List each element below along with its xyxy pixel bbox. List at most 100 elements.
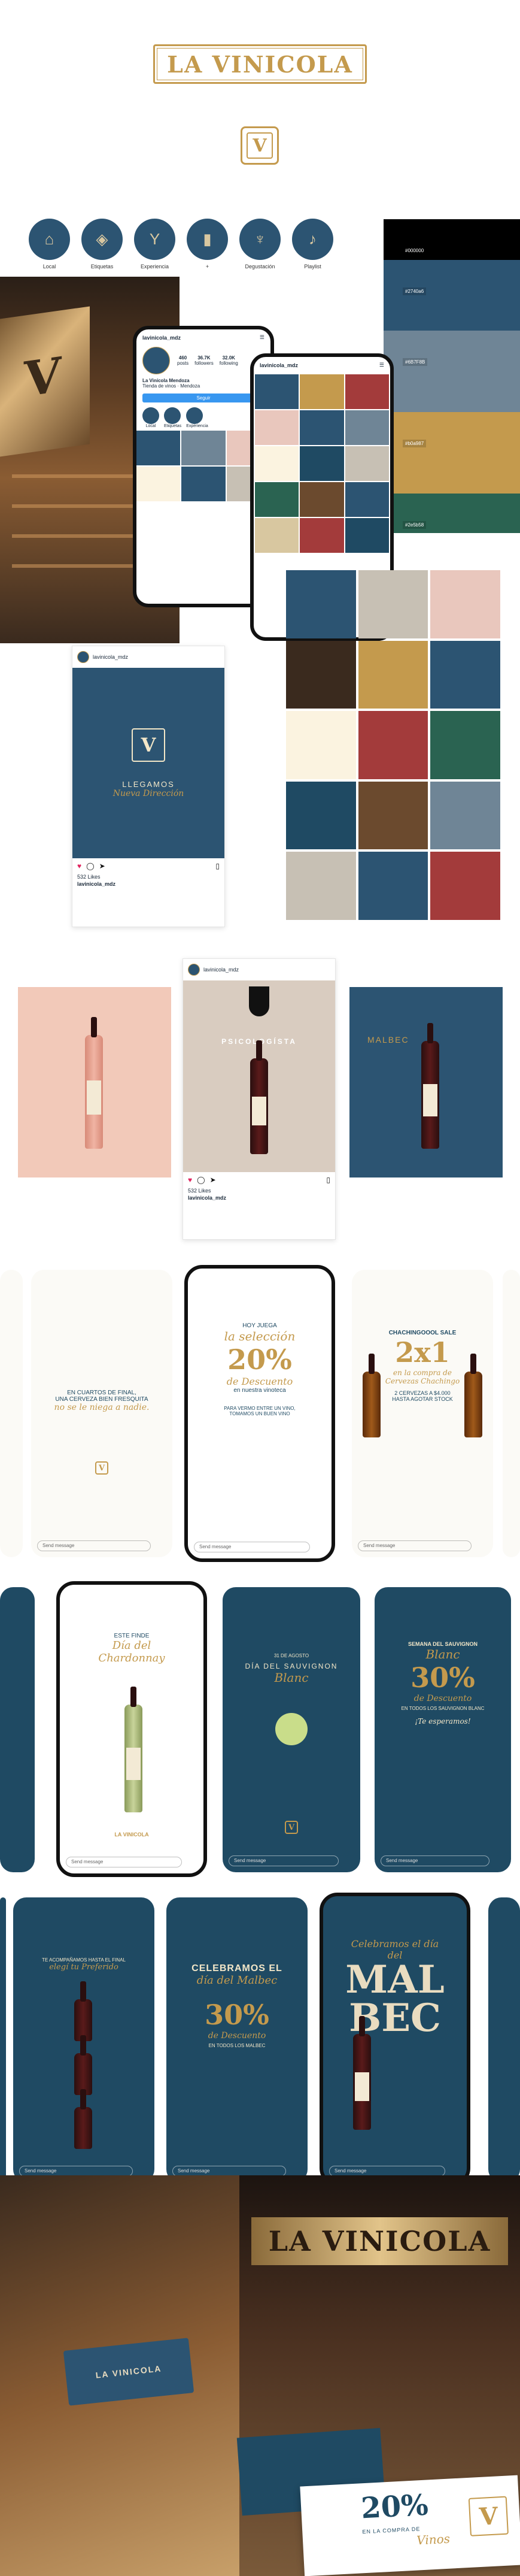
story-percent: 30% — [410, 1661, 475, 1694]
story-big: MAL BEC — [345, 1957, 445, 2041]
send-message-input[interactable]: Send message — [358, 1540, 472, 1551]
coupon-line: EN LA COMPRA DE — [362, 2526, 421, 2535]
story-script: Día del Chardonnay — [98, 1639, 165, 1664]
story-malbec-big[interactable]: Celebramos el día del MAL BEC Send messa… — [320, 1893, 470, 2186]
posts-label: posts — [177, 361, 189, 366]
highlight-label: Experiencia — [140, 264, 169, 270]
highlight-etiquetas[interactable]: ◈ Etiquetas — [81, 219, 123, 270]
story-percent: 30% — [205, 1999, 269, 2031]
profile-highlight[interactable]: Etiquetas — [164, 407, 181, 428]
palette-hex: #2e5b58 — [403, 521, 427, 529]
profile-highlight[interactable]: Local — [142, 407, 159, 428]
highlight-playlist[interactable]: ♪ Playlist — [292, 219, 333, 270]
post-handle[interactable]: lavinicola_mdz — [93, 654, 128, 660]
palette-hex: #000000 — [403, 247, 427, 255]
grid-post[interactable] — [181, 431, 226, 465]
highlight-experiencia[interactable]: Y Experiencia — [134, 219, 175, 270]
heart-icon[interactable]: ♥ — [77, 862, 81, 870]
story-brand: LA VINICOLA — [114, 1832, 149, 1838]
story-cuartos[interactable]: EN CUARTOS DE FINAL, UNA CERVEZA BIEN FR… — [31, 1270, 172, 1557]
send-message-input[interactable]: Send message — [381, 1855, 489, 1866]
send-message-input[interactable]: Send message — [229, 1855, 339, 1866]
story-script: de Descuento — [208, 2031, 266, 2041]
avatar[interactable] — [188, 964, 200, 976]
story-sauvignon-week[interactable]: SEMANA DEL SAUVIGNON Blanc 30% de Descue… — [375, 1587, 511, 1872]
story-2x1[interactable]: CHACHINGOOOL SALE 2x1 en la compra de Ce… — [352, 1270, 493, 1557]
story-edge-left — [0, 1270, 23, 1557]
story-line: CELEBRAMOS EL — [191, 1963, 282, 1973]
grid-post[interactable] — [136, 431, 181, 465]
brand-mark-icon: V — [132, 728, 165, 762]
story-extra: ¡Te esperamos! — [415, 1717, 471, 1726]
avatar[interactable] — [142, 347, 170, 374]
palette-swatch-blue-extra — [384, 301, 520, 331]
brand-mark-letter: V — [247, 132, 273, 159]
palette-swatch-gold: #b0a987 — [384, 412, 520, 453]
story-top: 31 DE AGOSTO — [273, 1653, 309, 1658]
story-line: EN TODOS LOS SAUVIGNON BLANC — [401, 1706, 485, 1711]
storefront-sign-v: V — [0, 306, 90, 457]
coupon-script: Vinos — [416, 2531, 451, 2548]
bookmark-icon[interactable]: ▯ — [215, 862, 220, 870]
post-malbec-tiles[interactable]: MALBEC — [349, 987, 503, 1177]
send-message-input[interactable]: Send message — [37, 1540, 151, 1551]
brand-logo-text: LA VINICOLA — [157, 48, 363, 80]
send-message-input[interactable]: Send message — [66, 1857, 182, 1867]
comment-icon[interactable]: ◯ — [86, 862, 94, 870]
story-script: no se le niega a nadie. — [54, 1403, 150, 1412]
palette-swatch-green: #2e5b58 — [384, 494, 520, 533]
following-count: 32.0K — [222, 355, 235, 361]
glass-icon: Y — [134, 219, 175, 260]
post-image[interactable]: V LLEGAMOS Nueva Dirección — [72, 668, 224, 858]
follow-button[interactable]: Seguir — [142, 393, 264, 402]
brand-logo: LA VINICOLA — [153, 44, 367, 84]
story-malbec-day[interactable]: CELEBRAMOS EL día del Malbec 30% de Desc… — [166, 1897, 308, 2183]
story-line: UNA CERVEZA BIEN FRESQUITA — [55, 1396, 148, 1403]
grid-post[interactable] — [136, 467, 181, 501]
palette-swatch-gold-extra — [384, 453, 520, 494]
feed-collage — [286, 570, 500, 920]
story-preferido[interactable]: TE ACOMPAÑAMOS HASTA EL FINAL elegí tu P… — [13, 1897, 154, 2183]
story-line: en nuestra vinoteca — [233, 1387, 286, 1394]
story-chardonnay[interactable]: ESTE FINDE Día del Chardonnay LA VINICOL… — [56, 1581, 207, 1877]
bookmark-icon[interactable]: ▯ — [326, 1176, 330, 1184]
story-script: elegí tu Preferido — [49, 1963, 118, 1972]
palette-swatch-blue: #2740a6 — [384, 260, 520, 301]
post-rose-wine[interactable] — [18, 987, 171, 1177]
story-foot: PARA VERMO ENTRE UN VINO, TOMAMOS UN BUE… — [224, 1406, 296, 1416]
instagram-post-psicologista: lavinicola_mdz PSICOLOGÍSTA ♥ ◯ ➤ ▯ 532 Lik… — [183, 958, 336, 1240]
story-edge-left — [0, 1587, 35, 1872]
send-message-input[interactable]: Send message — [194, 1542, 310, 1552]
avatar[interactable] — [77, 651, 89, 663]
story-top: CHACHINGOOOL SALE — [388, 1330, 457, 1336]
palette-swatch-black: #000000 — [384, 219, 520, 260]
posts-count: 460 — [178, 355, 187, 361]
likes-count: 532 Likes — [188, 1188, 211, 1194]
bottle-icon: ▮ — [187, 219, 228, 260]
profile-name: La Vinícola Mendoza — [142, 378, 190, 383]
story-seleccion[interactable]: HOY JUEGA la selección 20% de Descuento … — [184, 1265, 335, 1562]
menu-icon[interactable]: ☰ — [379, 362, 384, 368]
profile-highlight[interactable]: Experiencia — [186, 407, 208, 428]
comment-icon[interactable]: ◯ — [197, 1176, 205, 1184]
post-handle[interactable]: lavinicola_mdz — [203, 967, 239, 973]
story-line: DÍA DEL SAUVIGNON — [245, 1662, 338, 1670]
story-percent: 20% — [227, 1343, 292, 1376]
highlight-degustacion[interactable]: ♆ Degustación — [239, 219, 281, 270]
share-icon[interactable]: ➤ — [210, 1176, 216, 1184]
music-icon: ♪ — [292, 219, 333, 260]
story-sauvignon-day[interactable]: 31 DE AGOSTO DÍA DEL SAUVIGNON Blanc V S… — [223, 1587, 360, 1872]
grid-post[interactable] — [181, 467, 226, 501]
caption-user: lavinicola_mdz — [77, 881, 116, 887]
palette-hex: #6B7F8B — [403, 358, 428, 366]
share-icon[interactable]: ➤ — [99, 862, 105, 870]
post-image[interactable]: PSICOLOGÍSTA — [183, 980, 335, 1172]
highlight-label: Playlist — [304, 264, 321, 270]
story-top: TE ACOMPAÑAMOS HASTA EL FINAL — [42, 1957, 126, 1963]
story-top: ESTE FINDE — [114, 1633, 150, 1639]
highlight-local[interactable]: ⌂ Local — [29, 219, 70, 270]
menu-icon[interactable]: ☰ — [260, 334, 264, 341]
highlight-plus[interactable]: ▮ + — [187, 219, 228, 270]
story-edge-right — [503, 1270, 520, 1557]
heart-icon[interactable]: ♥ — [188, 1176, 192, 1184]
